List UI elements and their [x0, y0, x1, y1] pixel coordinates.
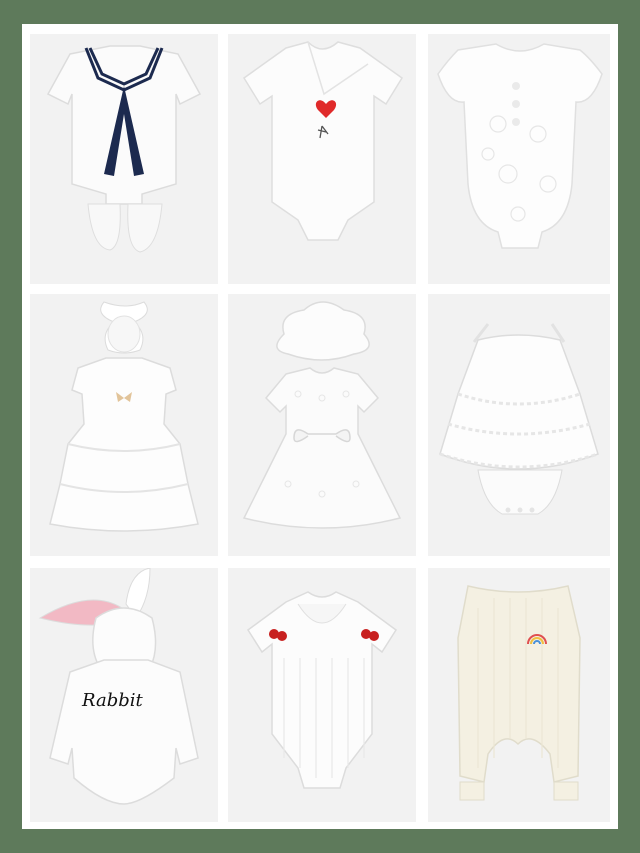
page-frame: Rabbit — [0, 0, 640, 853]
sailor-romper-icon — [46, 45, 202, 253]
product-tile-1[interactable] — [30, 34, 218, 284]
cherry-romper-icon — [246, 591, 398, 789]
product-tile-5[interactable] — [228, 294, 416, 556]
eyelet-dress-icon — [242, 301, 402, 529]
product-collage: Rabbit — [22, 24, 618, 829]
tulle-dress-icon — [49, 301, 199, 532]
rabbit-hoodie-icon: Rabbit — [38, 568, 199, 805]
bucket-hat-icon — [276, 301, 370, 361]
heart-bodysuit-icon — [242, 41, 404, 241]
rainbow-jumpsuit-icon — [457, 585, 581, 801]
product-tile-7[interactable]: Rabbit — [30, 568, 218, 822]
rabbit-print-text: Rabbit — [81, 690, 143, 711]
product-tile-2[interactable] — [228, 34, 416, 284]
lace-romper-icon — [439, 323, 599, 515]
product-tile-6[interactable] — [428, 294, 610, 556]
product-tile-8[interactable] — [228, 568, 416, 822]
lace-bodysuit-icon — [437, 43, 603, 249]
product-tile-3[interactable] — [428, 34, 610, 284]
product-tile-4[interactable] — [30, 294, 218, 556]
product-tile-9[interactable] — [428, 568, 610, 822]
